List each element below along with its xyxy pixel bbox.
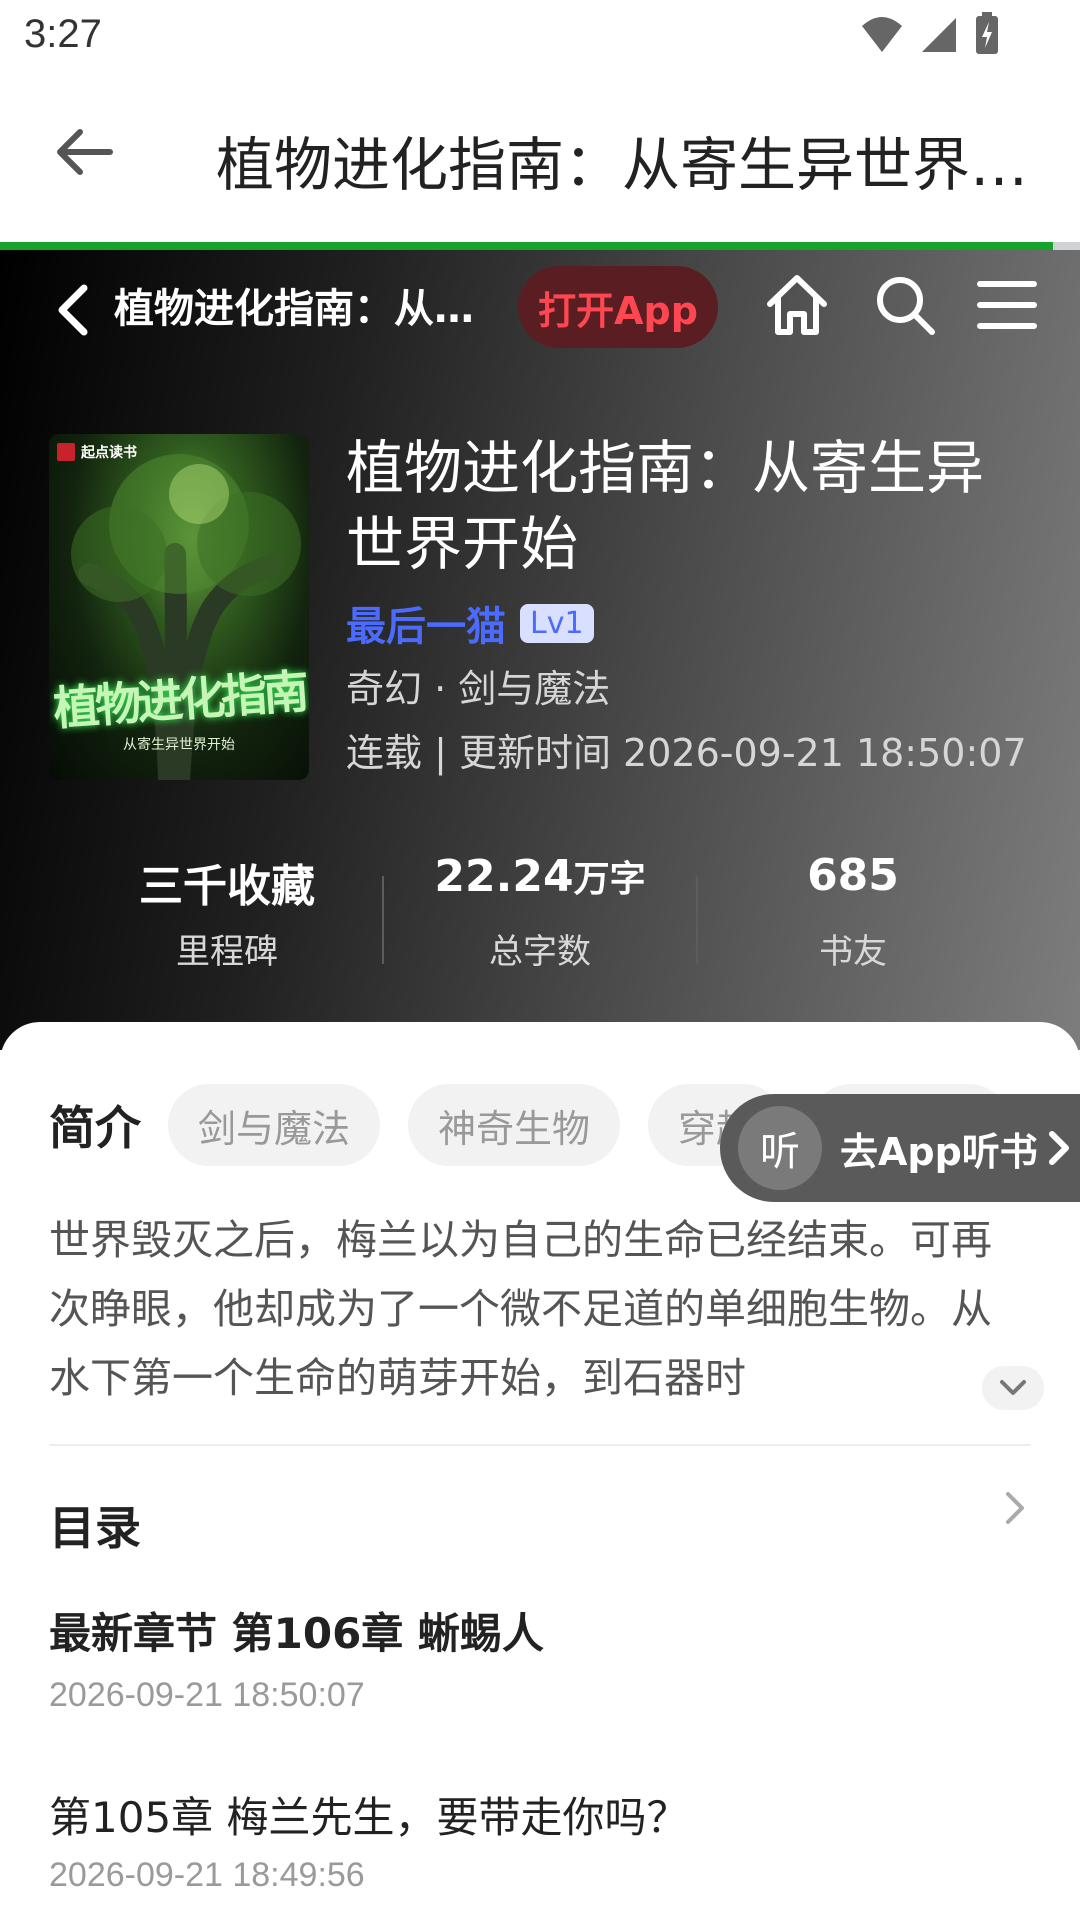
- book-genre: 奇幻 · 剑与魔法: [346, 667, 611, 711]
- author-link[interactable]: 最后一猫: [346, 594, 506, 652]
- stat-divider: [382, 876, 384, 964]
- author-row: 最后一猫 Lv1: [346, 594, 594, 652]
- book-cover[interactable]: 起点读书 植物进化指南 从寄生异世界开始: [49, 434, 309, 780]
- stat-label: 里程碑: [176, 932, 278, 972]
- expand-description-icon[interactable]: [982, 1366, 1044, 1410]
- toc-heading[interactable]: 目录: [49, 1492, 141, 1558]
- stat-unit: 万字: [573, 859, 646, 900]
- cover-publisher-badge: 起点读书: [57, 442, 137, 462]
- book-hero: 植物进化指南：从寄生异世界开始 打开App 起点读书 植物进化指南 从寄生异世界…: [0, 250, 1080, 1050]
- cover-subtitle: 从寄生异世界开始: [123, 737, 235, 753]
- listen-icon: 听: [738, 1106, 822, 1190]
- search-icon[interactable]: [870, 270, 940, 340]
- nav-book-title: 植物进化指南：从寄生异世界开始: [114, 286, 484, 332]
- chapter-title[interactable]: 第105章 梅兰先生，要带走你吗？: [49, 1784, 689, 1845]
- stat-number: 685: [807, 850, 899, 901]
- stat-readers: 685 书友: [703, 850, 1003, 973]
- progress-fill: [0, 242, 1053, 250]
- chapter-date: 2026-09-21 18:50:07: [49, 1676, 365, 1714]
- tag-chip[interactable]: 神奇生物: [408, 1084, 621, 1166]
- back-arrow-icon[interactable]: [52, 120, 116, 184]
- stat-number: 三千收藏: [139, 861, 315, 912]
- stat-value: 22.24万字: [390, 850, 690, 910]
- stat-value: 685: [703, 850, 1003, 910]
- stat-divider: [696, 876, 698, 964]
- menu-icon[interactable]: [972, 270, 1042, 340]
- chevron-left-icon[interactable]: [50, 280, 94, 340]
- cover-badge-text: 起点读书: [81, 445, 137, 461]
- stat-label: 总字数: [489, 932, 591, 972]
- book-update-info: 连载 | 更新时间 2026-09-21 18:50:07: [346, 731, 1027, 775]
- stat-number: 22.24: [434, 851, 574, 902]
- chapter-title-latest[interactable]: 最新章节 第106章 蜥蜴人: [49, 1600, 544, 1661]
- stat-label: 书友: [819, 932, 887, 972]
- listen-label: 去App听书: [840, 1129, 1038, 1174]
- section-divider: [49, 1444, 1031, 1446]
- battery-icon: [976, 12, 998, 54]
- status-time: 3:27: [24, 12, 102, 56]
- page-load-progress: [0, 242, 1080, 250]
- stat-value: 三千收藏: [77, 850, 377, 912]
- listen-in-app-button[interactable]: 听 去App听书: [720, 1094, 1080, 1202]
- stat-word-count: 22.24万字 总字数: [390, 850, 690, 973]
- book-description: 世界毁灭之后，梅兰以为自己的生命已经结束。可再次睁眼，他却成为了一个微不足道的单…: [49, 1216, 992, 1402]
- book-title: 植物进化指南：从寄生异世界开始: [346, 434, 985, 578]
- status-bar: 3:27: [0, 0, 1080, 74]
- wifi-icon: [862, 17, 902, 52]
- chapter-date: 2026-09-21 18:49:56: [49, 1856, 365, 1894]
- book-stats: 三千收藏 里程碑 22.24万字 总字数 685 书友: [0, 850, 1080, 990]
- page-title: 植物进化指南：从寄生异世界开始: [216, 131, 1046, 199]
- publisher-logo-icon: [57, 443, 75, 461]
- web-top-nav: 植物进化指南：从寄生异世界开始 打开App: [0, 250, 1080, 360]
- author-level-badge: Lv1: [520, 603, 594, 643]
- chevron-right-icon: [1048, 1131, 1069, 1165]
- stat-milestone: 三千收藏 里程碑: [77, 850, 377, 973]
- signal-icon: [922, 18, 956, 52]
- book-detail-card: 简介 剑与魔法 神奇生物 穿越 听 去App听书 世界毁灭之后，梅兰以为自己的生…: [0, 1022, 1080, 1920]
- chevron-right-icon[interactable]: [1000, 1484, 1030, 1532]
- status-icons: [860, 12, 1000, 56]
- app-bar: 植物进化指南：从寄生异世界开始: [0, 74, 1080, 242]
- intro-heading: 简介: [49, 1101, 141, 1155]
- open-app-button[interactable]: 打开App: [518, 266, 718, 348]
- tag-chip[interactable]: 剑与魔法: [168, 1084, 381, 1166]
- home-icon[interactable]: [762, 270, 832, 340]
